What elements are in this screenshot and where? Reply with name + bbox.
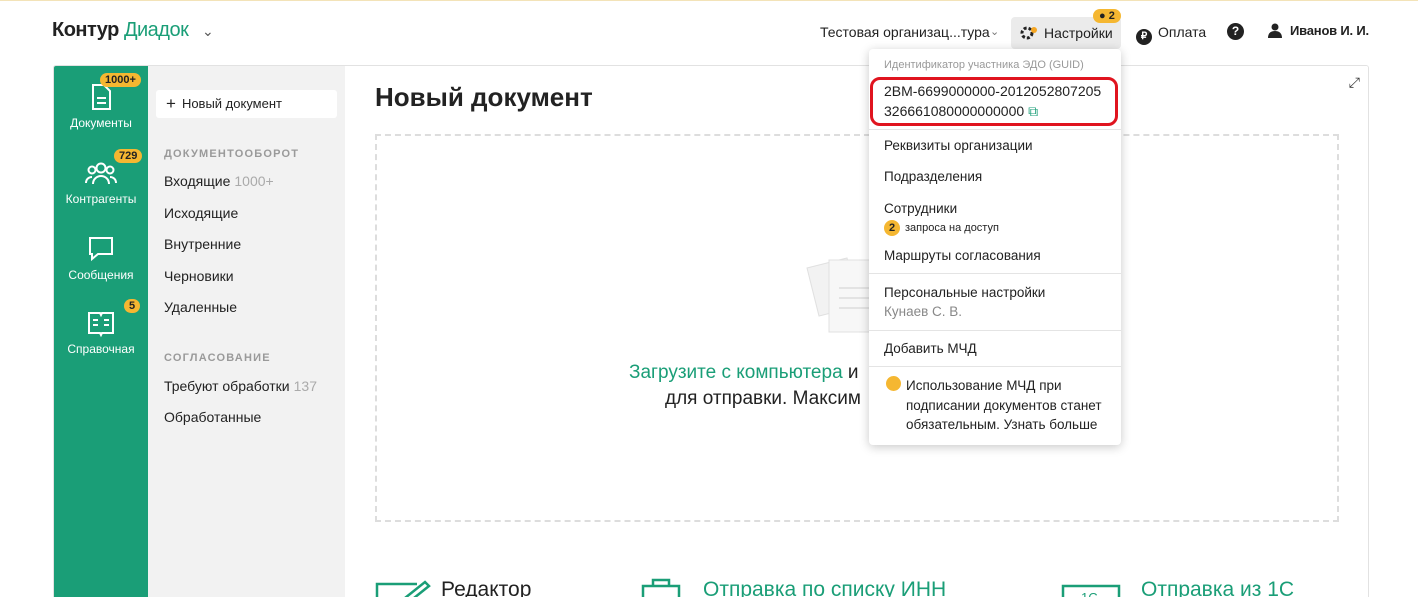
access-requests[interactable]: 2 запроса на доступ (884, 220, 999, 236)
chevron-down-icon[interactable]: ⌄ (202, 23, 214, 40)
chat-icon (89, 237, 113, 262)
left-nav: + Новый документ ДОКУМЕНТООБОРОТ Входящие… (148, 66, 345, 597)
gear-icon (1020, 26, 1037, 40)
nav-item-drafts[interactable]: Черновики (164, 268, 234, 284)
page-title: Новый документ (375, 82, 593, 112)
nav-item-pending[interactable]: Требуют обработки 137 (164, 378, 317, 394)
upload-text-line2: для отправки. Максим (665, 388, 861, 409)
upload-link[interactable]: Загрузите с компьютера (629, 362, 843, 383)
ruble-icon: ₽ (1136, 29, 1152, 45)
rail-item-reference[interactable]: Справочная 5 (54, 299, 148, 356)
clipboard-icon (641, 578, 681, 597)
top-bar: Контур Диадок ⌄ Тестовая организац...тур… (0, 1, 1418, 63)
mchd-notice[interactable]: Использование МЧД при подписании докумен… (906, 376, 1116, 435)
guid-caption: Идентификатор участника ЭДО (GUID) (884, 59, 1084, 71)
documents-badge: 1000+ (100, 73, 141, 87)
1c-icon: 1С (1061, 584, 1121, 597)
people-icon (85, 162, 117, 185)
rail-item-documents[interactable]: Документы 1000+ (54, 73, 148, 130)
menu-item-personal-settings[interactable]: Персональные настройки (884, 285, 1045, 300)
personal-settings-user: Кунаев С. В. (884, 304, 963, 319)
new-document-button[interactable]: + Новый документ (156, 90, 337, 118)
payment-link[interactable]: ₽ Оплата (1136, 24, 1206, 45)
app-frame: Документы 1000+ Контрагенты 729 Сообщени… (53, 65, 1369, 597)
menu-item-routes[interactable]: Маршруты согласования (884, 248, 1041, 263)
book-icon (88, 312, 114, 338)
contractors-badge: 729 (114, 149, 143, 163)
menu-item-add-mchd[interactable]: Добавить МЧД (884, 341, 977, 356)
menu-item-requisites[interactable]: Реквизиты организации (884, 138, 1033, 153)
side-rail: Документы 1000+ Контрагенты 729 Сообщени… (54, 66, 148, 597)
document-notice-icon (886, 376, 901, 391)
upload-dropzone[interactable]: Загрузите с компьютера и для отправки. М… (375, 134, 1339, 522)
reference-badge: 5 (124, 299, 141, 313)
menu-item-employees[interactable]: Сотрудники (884, 201, 957, 216)
logo[interactable]: Контур Диадок (52, 19, 189, 42)
guid-highlight (870, 77, 1118, 126)
nav-item-incoming[interactable]: Входящие 1000+ (164, 173, 274, 189)
nav-item-deleted[interactable]: Удаленные (164, 299, 237, 315)
nav-item-processed[interactable]: Обработанные (164, 409, 261, 425)
main-content: Новый документ ⤢ Загрузите с компьютера … (345, 66, 1368, 597)
expand-icon[interactable]: ⤢ (1349, 74, 1360, 91)
settings-badge: ● 2 (1093, 9, 1121, 23)
organization-selector[interactable]: Тестовая организац...тура (820, 24, 990, 40)
user-menu[interactable]: Иванов И. И. (1268, 23, 1369, 38)
chevron-down-icon[interactable]: ⌄ (990, 25, 999, 38)
rail-item-messages[interactable]: Сообщения (54, 234, 148, 282)
settings-label: Настройки (1044, 25, 1113, 41)
upload-text: Загрузите с компьютера и (629, 362, 859, 383)
settings-dropdown: Идентификатор участника ЭДО (GUID) 2BM-6… (869, 49, 1121, 445)
nav-item-outgoing[interactable]: Исходящие (164, 205, 238, 221)
plus-icon: + (166, 94, 176, 113)
help-icon[interactable]: ? (1227, 23, 1244, 40)
settings-button[interactable]: Настройки ● 2 (1011, 9, 1121, 49)
svg-text:1С: 1С (1081, 590, 1098, 597)
editor-icon (375, 580, 431, 597)
section-approval: СОГЛАСОВАНИЕ (164, 352, 271, 364)
rail-item-contractors[interactable]: Контрагенты 729 (54, 149, 148, 206)
section-workflow: ДОКУМЕНТООБОРОТ (164, 148, 300, 160)
user-icon (1268, 23, 1282, 38)
menu-item-divisions[interactable]: Подразделения (884, 169, 982, 184)
nav-item-internal[interactable]: Внутренние (164, 236, 241, 252)
